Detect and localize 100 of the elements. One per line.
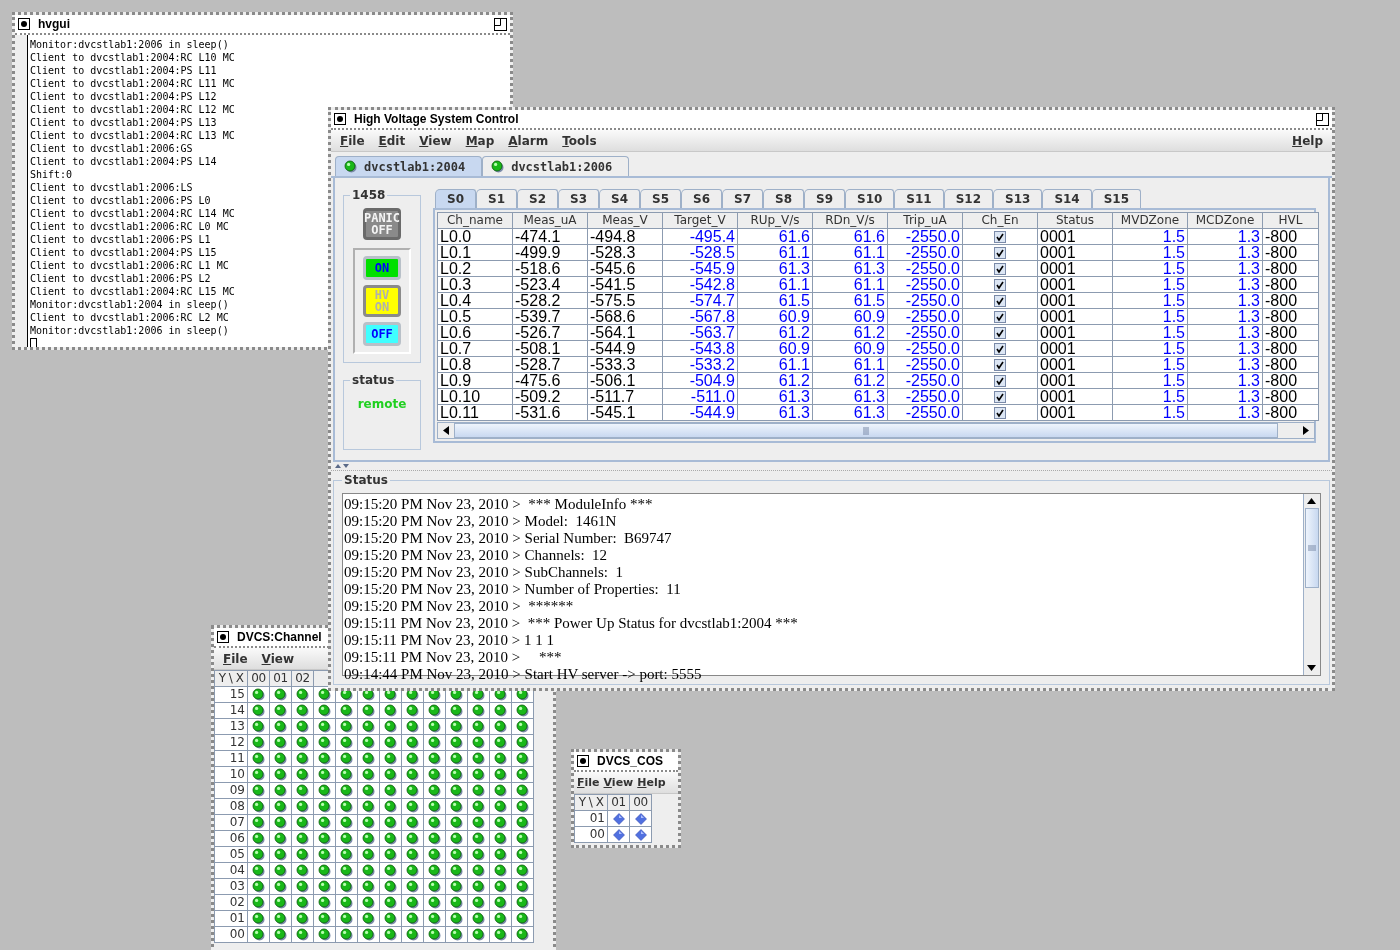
table-cell[interactable]: 1.5 — [1113, 357, 1187, 372]
table-cell[interactable]: -495.4 — [663, 229, 737, 244]
horizontal-scrollbar[interactable] — [437, 422, 1315, 439]
checkbox[interactable] — [994, 230, 1006, 243]
table-cell[interactable]: 1.5 — [1113, 245, 1187, 260]
checkbox[interactable] — [994, 246, 1006, 259]
table-cell[interactable]: 61.3 — [738, 389, 812, 404]
table-cell[interactable]: 1.3 — [1188, 405, 1262, 420]
table-cell[interactable]: 61.3 — [813, 261, 887, 276]
table-cell[interactable]: -2550.0 — [888, 389, 962, 404]
menu-item[interactable]: Edit — [373, 133, 411, 148]
slot-tab[interactable]: S12 — [943, 189, 994, 208]
table-cell[interactable]: 61.1 — [738, 357, 812, 372]
table-cell[interactable]: 61.1 — [813, 245, 887, 260]
slot-tab[interactable]: S11 — [894, 189, 944, 208]
table-cell[interactable]: 61.2 — [813, 373, 887, 388]
slot-tab[interactable]: S4 — [599, 189, 640, 208]
table-cell[interactable]: 61.1 — [738, 277, 812, 292]
table-cell[interactable]: 1.5 — [1113, 405, 1187, 420]
scroll-up-icon[interactable] — [1306, 498, 1316, 504]
table-cell[interactable]: 61.5 — [738, 293, 812, 308]
slot-tab[interactable]: S7 — [722, 189, 763, 208]
table-cell[interactable]: 61.5 — [813, 293, 887, 308]
checkbox[interactable] — [994, 326, 1006, 339]
power-button[interactable]: ON — [363, 256, 401, 280]
menu-item[interactable]: File — [575, 776, 602, 789]
table-cell[interactable]: 1.3 — [1188, 293, 1262, 308]
table-cell[interactable]: -543.8 — [663, 341, 737, 356]
menu-item[interactable]: Help — [635, 776, 668, 789]
table-cell[interactable]: -545.9 — [663, 261, 737, 276]
scroll-down-icon[interactable] — [1306, 665, 1316, 671]
checkbox[interactable] — [994, 358, 1006, 371]
slot-tab[interactable]: S15 — [1091, 189, 1142, 208]
checkbox[interactable] — [994, 310, 1006, 323]
table-cell[interactable]: 1.3 — [1188, 373, 1262, 388]
slot-tab[interactable]: S0 — [435, 189, 476, 208]
collapse-arrows-icon[interactable] — [335, 463, 349, 469]
checkbox[interactable] — [994, 262, 1006, 275]
table-cell[interactable]: 61.3 — [813, 405, 887, 420]
table-cell[interactable]: 1.5 — [1113, 261, 1187, 276]
table-cell[interactable]: 60.9 — [738, 341, 812, 356]
table-cell[interactable]: -2550.0 — [888, 309, 962, 324]
table-cell[interactable]: -2550.0 — [888, 229, 962, 244]
window-menu-icon[interactable] — [18, 18, 30, 30]
slot-tab[interactable]: S8 — [763, 189, 804, 208]
checkbox[interactable] — [994, 390, 1006, 403]
table-cell[interactable]: -2550.0 — [888, 341, 962, 356]
menu-item[interactable]: Map — [460, 133, 500, 148]
table-cell[interactable]: -563.7 — [663, 325, 737, 340]
table-cell[interactable]: 1.5 — [1113, 277, 1187, 292]
slot-tab[interactable]: S1 — [476, 189, 517, 208]
table-cell[interactable]: 1.3 — [1188, 229, 1262, 244]
table-cell[interactable]: 61.3 — [738, 405, 812, 420]
menu-item[interactable]: Help — [1287, 133, 1328, 148]
table-cell[interactable]: 61.2 — [738, 373, 812, 388]
slot-tab[interactable]: S6 — [681, 189, 722, 208]
slot-tab[interactable]: S5 — [640, 189, 681, 208]
table-cell[interactable]: -533.2 — [663, 357, 737, 372]
checkbox[interactable] — [994, 342, 1006, 355]
slot-tab[interactable]: S3 — [558, 189, 599, 208]
table-cell[interactable]: -574.7 — [663, 293, 737, 308]
power-button[interactable]: OFF — [363, 322, 401, 346]
table-cell[interactable]: 60.9 — [813, 309, 887, 324]
table-cell[interactable]: 61.1 — [738, 245, 812, 260]
table-cell[interactable]: 1.5 — [1113, 293, 1187, 308]
menu-item[interactable]: View — [601, 776, 636, 789]
checkbox[interactable] — [994, 278, 1006, 291]
slot-tab[interactable]: S9 — [804, 189, 845, 208]
table-cell[interactable]: 61.6 — [738, 229, 812, 244]
table-cell[interactable]: 1.5 — [1113, 389, 1187, 404]
slot-tab[interactable]: S13 — [993, 189, 1043, 208]
table-cell[interactable]: 1.5 — [1113, 341, 1187, 356]
vertical-scrollbar[interactable] — [1303, 494, 1320, 675]
table-cell[interactable]: 61.6 — [813, 229, 887, 244]
window-menu-icon[interactable] — [217, 631, 229, 643]
table-cell[interactable]: -2550.0 — [888, 277, 962, 292]
table-cell[interactable]: -2550.0 — [888, 261, 962, 276]
table-cell[interactable]: 1.5 — [1113, 373, 1187, 388]
scroll-left-icon[interactable] — [442, 426, 450, 435]
table-cell[interactable]: 1.5 — [1113, 325, 1187, 340]
table-cell[interactable]: -2550.0 — [888, 357, 962, 372]
table-cell[interactable]: 1.3 — [1188, 325, 1262, 340]
menu-item[interactable]: File — [335, 133, 370, 148]
table-cell[interactable]: 1.3 — [1188, 277, 1262, 292]
table-cell[interactable]: 1.5 — [1113, 309, 1187, 324]
checkbox[interactable] — [994, 294, 1006, 307]
table-cell[interactable]: 61.2 — [813, 325, 887, 340]
table-cell[interactable]: -528.5 — [663, 245, 737, 260]
menu-item[interactable]: File — [218, 651, 253, 666]
menu-item[interactable]: View — [414, 133, 457, 148]
table-cell[interactable]: 1.3 — [1188, 341, 1262, 356]
table-cell[interactable]: -2550.0 — [888, 293, 962, 308]
table-cell[interactable]: 60.9 — [738, 309, 812, 324]
table-cell[interactable]: -2550.0 — [888, 245, 962, 260]
table-cell[interactable]: 61.3 — [813, 389, 887, 404]
host-tab[interactable]: dvcstlab1:2004 — [335, 156, 483, 176]
table-cell[interactable]: -504.9 — [663, 373, 737, 388]
table-cell[interactable]: -2550.0 — [888, 373, 962, 388]
table-cell[interactable]: 61.3 — [738, 261, 812, 276]
menu-item[interactable]: Tools — [557, 133, 602, 148]
